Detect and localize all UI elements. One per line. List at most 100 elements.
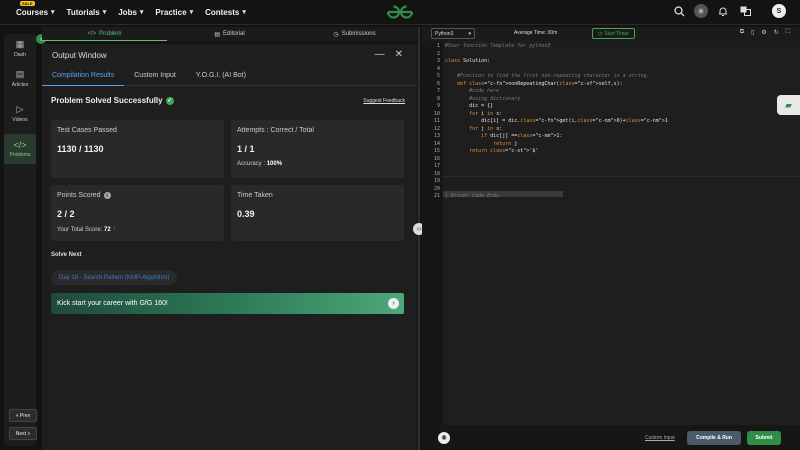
card-value: 1130 / 1130 xyxy=(57,144,104,154)
next-problem-link[interactable]: Day 18 - Search Pattern (KMP-Algorithm) xyxy=(51,270,178,285)
code-line: for j in s: xyxy=(469,125,503,132)
language-select[interactable]: Python3 ▾ xyxy=(431,28,475,39)
output-window: Output Window — ✕ Compilation Results Cu… xyxy=(42,44,417,450)
nav-tutorials[interactable]: Tutorials ▾ xyxy=(67,8,107,17)
start-timer-button[interactable]: ◷ Start Timer xyxy=(592,28,635,39)
line-number: 17 xyxy=(433,163,440,169)
chevron-right-icon[interactable]: › xyxy=(388,298,399,309)
test-cases-card: Test Cases Passed 1130 / 1130 xyxy=(51,120,224,178)
rail-label: Dash xyxy=(14,52,26,58)
nav-contests[interactable]: Contests ▾ xyxy=(205,8,246,17)
card-label: Points Scored i xyxy=(57,192,218,199)
theme-toggle-icon[interactable]: ✳ xyxy=(694,4,708,18)
pane-divider xyxy=(418,27,420,450)
nav-courses-label: Courses xyxy=(16,7,49,17)
rail-item-dash[interactable]: ▦ Dash xyxy=(4,39,36,63)
compile-run-button[interactable]: Compile & Run xyxy=(687,431,741,445)
tab-label: Problem xyxy=(99,30,122,37)
card-label: Test Cases Passed xyxy=(57,127,117,134)
code-line: if dic[j] ==class="c-nm">1: xyxy=(481,133,563,139)
search-icon[interactable] xyxy=(672,4,686,18)
tab-editorial[interactable]: ▤ Editorial xyxy=(167,27,292,41)
main-nav: SALE Courses ▾ Tutorials ▾ Jobs ▾ Practi… xyxy=(16,0,246,17)
code-line: return j xyxy=(493,140,518,147)
tab-custom-input[interactable]: Custom Input xyxy=(124,66,186,86)
rail-item-problems[interactable]: </> Problems xyxy=(4,134,36,164)
gfg-logo[interactable] xyxy=(385,3,415,21)
check-icon: ✓ xyxy=(165,96,174,105)
fullscreen-icon[interactable]: ⛶ xyxy=(786,29,790,36)
chevron-down-icon: ▾ xyxy=(139,9,144,16)
settings-icon[interactable]: ⚙ xyxy=(761,29,766,36)
line-number: 4 xyxy=(436,65,440,72)
prev-button[interactable]: « Prev xyxy=(9,409,37,422)
timer-label: Start Timer xyxy=(604,30,629,37)
line-number: 16 xyxy=(433,155,440,162)
line-number: 7 xyxy=(436,88,440,94)
tab-problem[interactable]: </> Problem xyxy=(42,27,167,41)
close-icon[interactable]: ✕ xyxy=(395,49,403,60)
line-gutter: 1 2 3 4 5 6 7 8 9 10 11 12 13 14 15 16 1… xyxy=(422,41,442,201)
editorial-icon: ▤ xyxy=(214,31,220,38)
line-number: 21 xyxy=(433,193,440,199)
line-number: 9 xyxy=(436,103,440,109)
line-number: 15 xyxy=(433,148,440,154)
rail-item-articles[interactable]: ▤ Articles xyxy=(4,69,36,93)
code-line: dic = {} xyxy=(445,103,494,109)
total-score-text: Your Total Score: 72 ↑ xyxy=(57,226,218,233)
nav-courses[interactable]: SALE Courses ▾ xyxy=(16,0,55,17)
chevron-down-icon: ▾ xyxy=(242,9,246,16)
chat-icon[interactable]: ▰ xyxy=(777,95,800,115)
total-score-label: Your Total Score: xyxy=(57,227,105,233)
custom-input-link[interactable]: Custom Input xyxy=(645,435,675,441)
line-separator xyxy=(443,176,800,177)
card-label: Attempts : Correct / Total xyxy=(237,127,314,134)
line-number: 19 xyxy=(433,178,440,184)
code-line: dic[i] = dic.class="c-fn">get(i,class="c… xyxy=(445,118,668,124)
attempts-card: Attempts : Correct / Total 1 / 1 Accurac… xyxy=(231,120,404,178)
suggest-feedback-link[interactable]: Suggest Feedback xyxy=(363,98,405,104)
translate-icon[interactable] xyxy=(738,4,752,18)
nav-practice[interactable]: Practice ▾ xyxy=(155,8,193,17)
submit-button[interactable]: Submit xyxy=(747,431,781,445)
line-number: 3 xyxy=(436,58,440,64)
info-icon[interactable]: i xyxy=(103,192,111,199)
file-icon[interactable]: ▯ xyxy=(751,29,754,36)
copy-icon[interactable]: ⧉ xyxy=(740,29,744,36)
minimize-icon[interactable]: — xyxy=(375,49,385,60)
grid-icon: ▦ xyxy=(15,39,25,49)
article-icon: ▤ xyxy=(15,69,25,79)
next-button[interactable]: Next » xyxy=(9,427,37,440)
lightbulb-icon[interactable]: ✺ xyxy=(438,432,450,444)
code-editor[interactable]: 1 2 3 4 5 6 7 8 9 10 11 12 13 14 15 16 1… xyxy=(422,41,800,425)
nav-contests-label: Contests xyxy=(205,7,240,17)
line-number: 6 xyxy=(436,80,440,87)
tab-label: Editorial xyxy=(222,31,245,37)
total-score-value: 72 xyxy=(104,227,111,233)
line-number: 2 xyxy=(436,50,440,57)
rail-label: Articles xyxy=(11,82,29,88)
tab-compilation-results[interactable]: Compilation Results xyxy=(42,66,125,86)
rail-label: Problems xyxy=(9,152,31,158)
bell-icon[interactable] xyxy=(716,4,730,18)
nav-tutorials-label: Tutorials xyxy=(66,7,100,17)
top-nav-bar: SALE Courses ▾ Tutorials ▾ Jobs ▾ Practi… xyxy=(0,0,800,25)
chevron-down-icon: ▾ xyxy=(468,30,471,37)
reset-icon[interactable]: ↻ xyxy=(774,29,779,36)
rail-label: Videos xyxy=(12,117,28,123)
nav-jobs[interactable]: Jobs ▾ xyxy=(118,8,143,17)
left-rail: ▦ Dash ▤ Articles ▷ Videos </> Problems … xyxy=(4,34,37,446)
chevron-down-icon: ▾ xyxy=(51,9,55,16)
accuracy-value: 100% xyxy=(266,161,283,167)
avatar[interactable]: S xyxy=(772,4,786,18)
tab-submissions[interactable]: ◷ Submissions xyxy=(292,27,417,41)
tab-yogi-ai-bot[interactable]: Y.O.G.I. (AI Bot) xyxy=(186,66,256,86)
gfg160-banner[interactable]: Kick start your career with GfG 160! › xyxy=(51,293,404,314)
accuracy-label: Accuracy : xyxy=(237,161,267,167)
rail-item-videos[interactable]: ▷ Videos xyxy=(4,104,36,128)
editor-actions: ⧉ ▯ ⚙ ↻ ⛶ xyxy=(740,29,790,36)
code-line: def class="c-fn">nonRepeatingChar(class=… xyxy=(457,80,623,87)
accuracy-text: Accuracy : 100% xyxy=(237,161,398,167)
code-area[interactable]: #User function Template for python3 clas… xyxy=(443,41,800,425)
code-line: #Function to find the first non-repeatin… xyxy=(445,73,650,79)
